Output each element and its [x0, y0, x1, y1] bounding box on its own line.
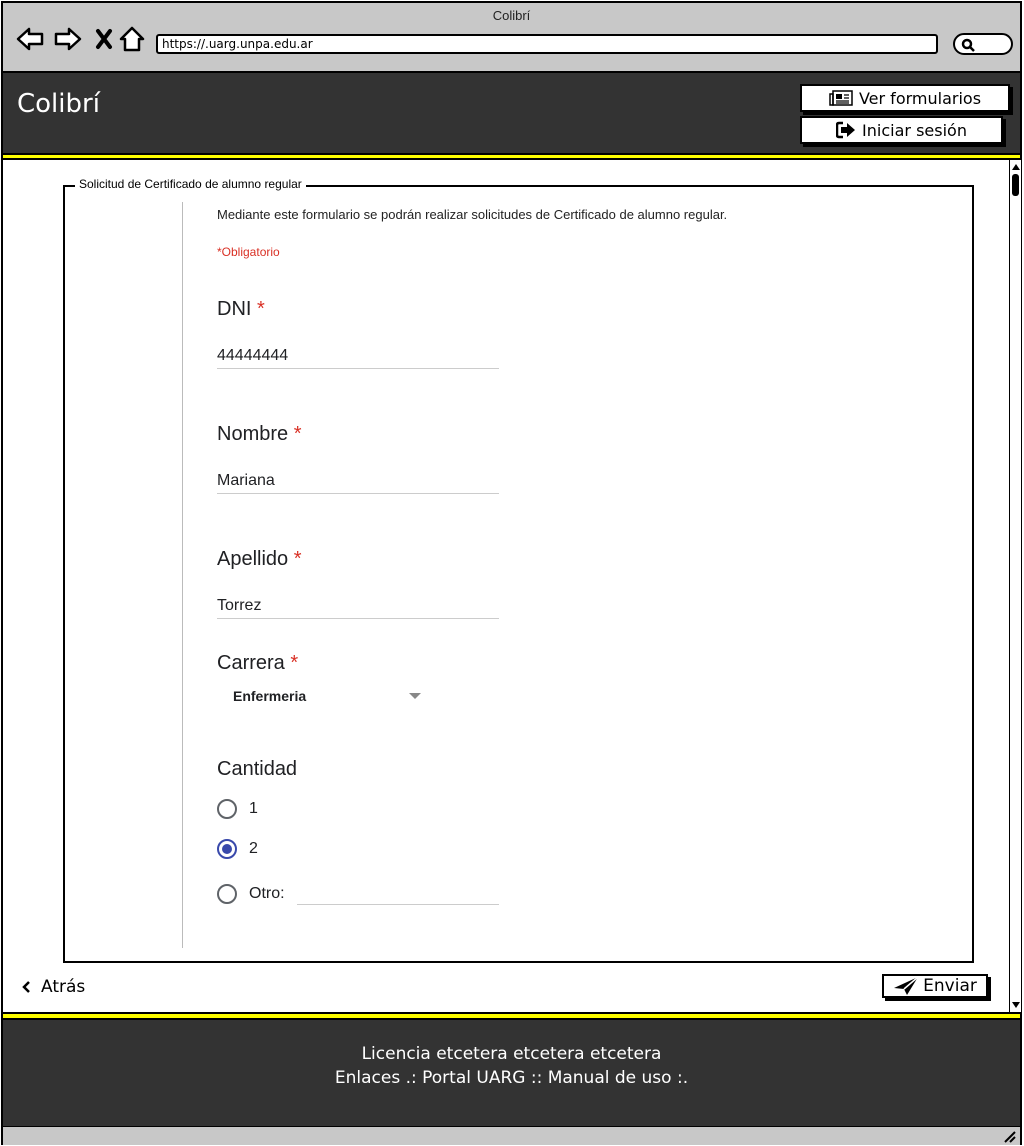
nombre-label-text: Nombre: [217, 423, 289, 445]
scroll-down-icon[interactable]: [1011, 1000, 1021, 1010]
browser-window: Colibrí https://.uarg.unpa.edu.ar Colibr…: [1, 1, 1022, 1145]
form-legend: Solicitud de Certificado de alumno regul…: [75, 177, 306, 191]
dni-label: DNI *: [217, 298, 265, 321]
carrera-selected-value: Enfermeria: [233, 688, 307, 704]
browser-chrome: Colibrí https://.uarg.unpa.edu.ar: [3, 3, 1020, 73]
radio-button[interactable]: [217, 884, 237, 904]
status-bar: [3, 1126, 1020, 1145]
form-description: Mediante este formulario se podrán reali…: [217, 207, 728, 222]
radio-button[interactable]: [217, 799, 237, 819]
required-star: *: [293, 423, 302, 445]
carrera-label-text: Carrera: [217, 652, 285, 674]
sign-in-icon: [836, 121, 856, 139]
otro-input[interactable]: [296, 883, 499, 905]
scrollbar-thumb[interactable]: [1012, 174, 1019, 196]
view-forms-button[interactable]: Ver formularios: [800, 84, 1010, 112]
carrera-label: Carrera *: [217, 652, 298, 675]
apellido-input[interactable]: [217, 593, 499, 619]
cantidad-label: Cantidad: [217, 758, 297, 781]
header-divider: [3, 153, 1020, 160]
option-label: 2: [249, 840, 258, 857]
login-label: Iniciar sesión: [862, 120, 967, 140]
footer-license: Licencia etcetera etcetera etcetera: [361, 1044, 662, 1064]
chevron-left-icon: [22, 981, 30, 993]
form-fieldset: Solicitud de Certificado de alumno regul…: [63, 177, 974, 963]
cantidad-label-text: Cantidad: [217, 758, 298, 780]
back-label: Atrás: [41, 977, 86, 997]
required-note: *Obligatorio: [217, 245, 280, 259]
back-link[interactable]: Atrás: [21, 977, 85, 997]
required-star: *: [293, 548, 302, 570]
dni-input[interactable]: [217, 343, 499, 369]
view-forms-label: Ver formularios: [858, 88, 982, 108]
required-star: *: [257, 298, 265, 320]
option-label: 1: [249, 800, 258, 817]
form-column: Mediante este formulario se podrán reali…: [182, 202, 882, 948]
newspaper-icon: [829, 90, 853, 106]
apellido-label-text: Apellido: [217, 548, 289, 570]
app-title: Colibrí: [17, 89, 100, 119]
home-icon[interactable]: [117, 25, 147, 53]
url-bar[interactable]: https://.uarg.unpa.edu.ar: [156, 34, 938, 54]
scroll-up-icon[interactable]: [1011, 162, 1021, 172]
dni-label-text: DNI: [217, 298, 252, 320]
send-label: Enviar: [923, 976, 977, 996]
app-header: Colibrí Ver formularios Iniciar sesión: [3, 73, 1020, 153]
send-button[interactable]: Enviar: [882, 974, 988, 998]
back-arrow-icon[interactable]: [15, 25, 45, 53]
cantidad-option-1[interactable]: 1: [217, 799, 258, 819]
main-content: Solicitud de Certificado de alumno regul…: [3, 160, 1009, 1012]
required-star: *: [290, 652, 299, 674]
chevron-down-icon: [409, 693, 421, 699]
login-button[interactable]: Iniciar sesión: [800, 116, 1003, 144]
paper-plane-icon: [894, 976, 919, 995]
vertical-scrollbar[interactable]: [1009, 160, 1021, 1012]
forward-arrow-icon[interactable]: [53, 25, 83, 53]
footer-links[interactable]: Enlaces .: Portal UARG :: Manual de uso …: [3, 1068, 1020, 1088]
resize-grip-icon[interactable]: [1002, 1129, 1016, 1143]
cantidad-option-otro[interactable]: Otro:: [217, 883, 499, 905]
footer: Licencia etcetera etcetera etcetera Enla…: [3, 1020, 1020, 1126]
search-icon: [961, 38, 975, 52]
cantidad-option-2[interactable]: 2: [217, 839, 258, 859]
window-title: Colibrí: [492, 8, 531, 23]
option-label: Otro:: [249, 885, 285, 902]
footer-divider: [3, 1012, 1020, 1020]
stop-icon[interactable]: [89, 25, 119, 53]
browser-search-box[interactable]: [953, 33, 1013, 55]
carrera-select[interactable]: Enfermeria: [233, 688, 421, 704]
radio-button-checked[interactable]: [217, 839, 237, 859]
nombre-label: Nombre *: [217, 423, 302, 446]
apellido-label: Apellido *: [217, 548, 302, 571]
nombre-input[interactable]: [217, 468, 499, 494]
